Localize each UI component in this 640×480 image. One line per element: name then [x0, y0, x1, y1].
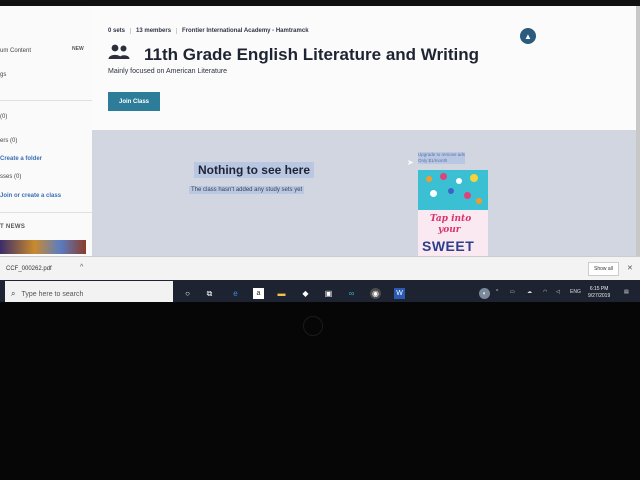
windows-taskbar: ⌕ Type here to search ○ ⧉ e a ▬ ◆ ▣ ∞ ◉ …: [0, 280, 640, 302]
edge-icon[interactable]: e: [230, 288, 241, 299]
show-all-button[interactable]: Show all: [588, 262, 619, 276]
download-bar: CCF_000262.pdf ^ Show all ✕: [0, 256, 640, 281]
close-icon[interactable]: ✕: [627, 264, 633, 272]
ad-upgrade-label[interactable]: Upgrade to remove ads Only $1/month: [418, 152, 466, 164]
ad-headline-2: your: [438, 225, 461, 235]
join-class-button[interactable]: Join Class: [108, 92, 160, 111]
news-thumbnail[interactable]: [0, 240, 86, 254]
alert-icon[interactable]: ▲: [520, 28, 536, 44]
dropbox-icon[interactable]: ◆: [300, 288, 311, 299]
volume-icon[interactable]: ◁: [556, 289, 560, 295]
taskbar-clock[interactable]: 6:15 PM 9/27/2019: [588, 286, 610, 300]
join-or-create-class-link[interactable]: Join or create a class: [0, 193, 61, 199]
language-indicator[interactable]: ENG: [570, 289, 581, 295]
wifi-icon[interactable]: ◠: [543, 289, 547, 295]
cloud-icon[interactable]: ☁: [527, 289, 532, 295]
candy-dot: [470, 174, 478, 182]
page-title: 11th Grade English Literature and Writin…: [144, 45, 480, 64]
search-icon: ⌕: [11, 289, 16, 298]
ad-headline-3: SWEET: [422, 238, 475, 254]
notification-icon[interactable]: ▤: [624, 289, 629, 295]
store-icon[interactable]: ▣: [323, 288, 334, 299]
page-scrollbar[interactable]: [636, 6, 640, 256]
hp-logo-icon: [303, 316, 323, 336]
candy-dot: [456, 178, 462, 184]
candy-dot: [448, 188, 454, 194]
candy-dot: [464, 192, 471, 199]
candy-dot: [426, 176, 432, 182]
left-sidebar: um Content NEW gs (0) ers (0) Create a f…: [0, 6, 93, 256]
mouse-cursor-icon: ➤: [407, 158, 414, 167]
taskbar-search[interactable]: ⌕ Type here to search: [5, 281, 173, 302]
sidebar-item-sets[interactable]: (0): [0, 114, 7, 120]
class-description: Mainly focused on American Literature: [108, 68, 228, 75]
file-explorer-icon[interactable]: ▬: [276, 288, 287, 299]
people-icon: [108, 44, 130, 59]
amazon-icon[interactable]: a: [253, 288, 264, 299]
candy-dot: [476, 198, 482, 204]
word-icon[interactable]: W: [394, 288, 405, 299]
screen: um Content NEW gs (0) ers (0) Create a f…: [0, 6, 640, 302]
chevron-up-icon[interactable]: ^: [496, 289, 498, 295]
sidebar-item-classes[interactable]: sses (0): [0, 174, 21, 180]
sidebar-divider: [0, 212, 92, 213]
candy-dot: [430, 190, 437, 197]
create-folder-link[interactable]: Create a folder: [0, 156, 42, 162]
sidebar-item-content[interactable]: um Content: [0, 48, 31, 54]
members-count[interactable]: 13 members: [131, 28, 178, 34]
battery-icon[interactable]: ▭: [510, 289, 515, 295]
clock-time: 6:15 PM: [589, 286, 609, 292]
class-content: Nothing to see here The class hasn't add…: [92, 130, 640, 256]
laptop-keyboard-area: [0, 302, 640, 480]
sets-count[interactable]: 0 sets: [108, 28, 132, 34]
sidebar-news-heading: T NEWS: [0, 224, 26, 230]
cortana-icon[interactable]: ○: [182, 288, 193, 299]
chevron-up-icon[interactable]: ^: [80, 264, 83, 271]
candy-dot: [440, 173, 447, 180]
new-badge: NEW: [72, 46, 84, 52]
account-icon[interactable]: ◐: [479, 288, 490, 299]
sidebar-divider: [0, 100, 92, 101]
ad-headline-1: Tap into: [430, 214, 472, 224]
class-header: 0 sets 13 members Frontier International…: [92, 6, 640, 130]
clock-date: 9/27/2019: [588, 293, 611, 299]
download-file-name[interactable]: CCF_000262.pdf: [6, 266, 52, 272]
empty-state-subtitle: The class hasn't added any study sets ye…: [189, 186, 305, 194]
empty-state-title: Nothing to see here: [194, 162, 315, 178]
ad-price-text: Only $1/month: [418, 158, 448, 163]
chrome-icon[interactable]: ◉: [370, 288, 381, 299]
advertisement[interactable]: Tap into your SWEET: [418, 170, 488, 256]
sidebar-item-settings[interactable]: gs: [0, 72, 6, 78]
task-view-icon[interactable]: ⧉: [204, 288, 215, 299]
class-meta: 0 sets 13 members Frontier International…: [108, 28, 314, 34]
infinity-icon[interactable]: ∞: [346, 288, 357, 299]
sidebar-item-folders[interactable]: ers (0): [0, 138, 17, 144]
search-placeholder: Type here to search: [21, 290, 84, 298]
school-name[interactable]: Frontier International Academy - Hamtram…: [177, 28, 313, 34]
